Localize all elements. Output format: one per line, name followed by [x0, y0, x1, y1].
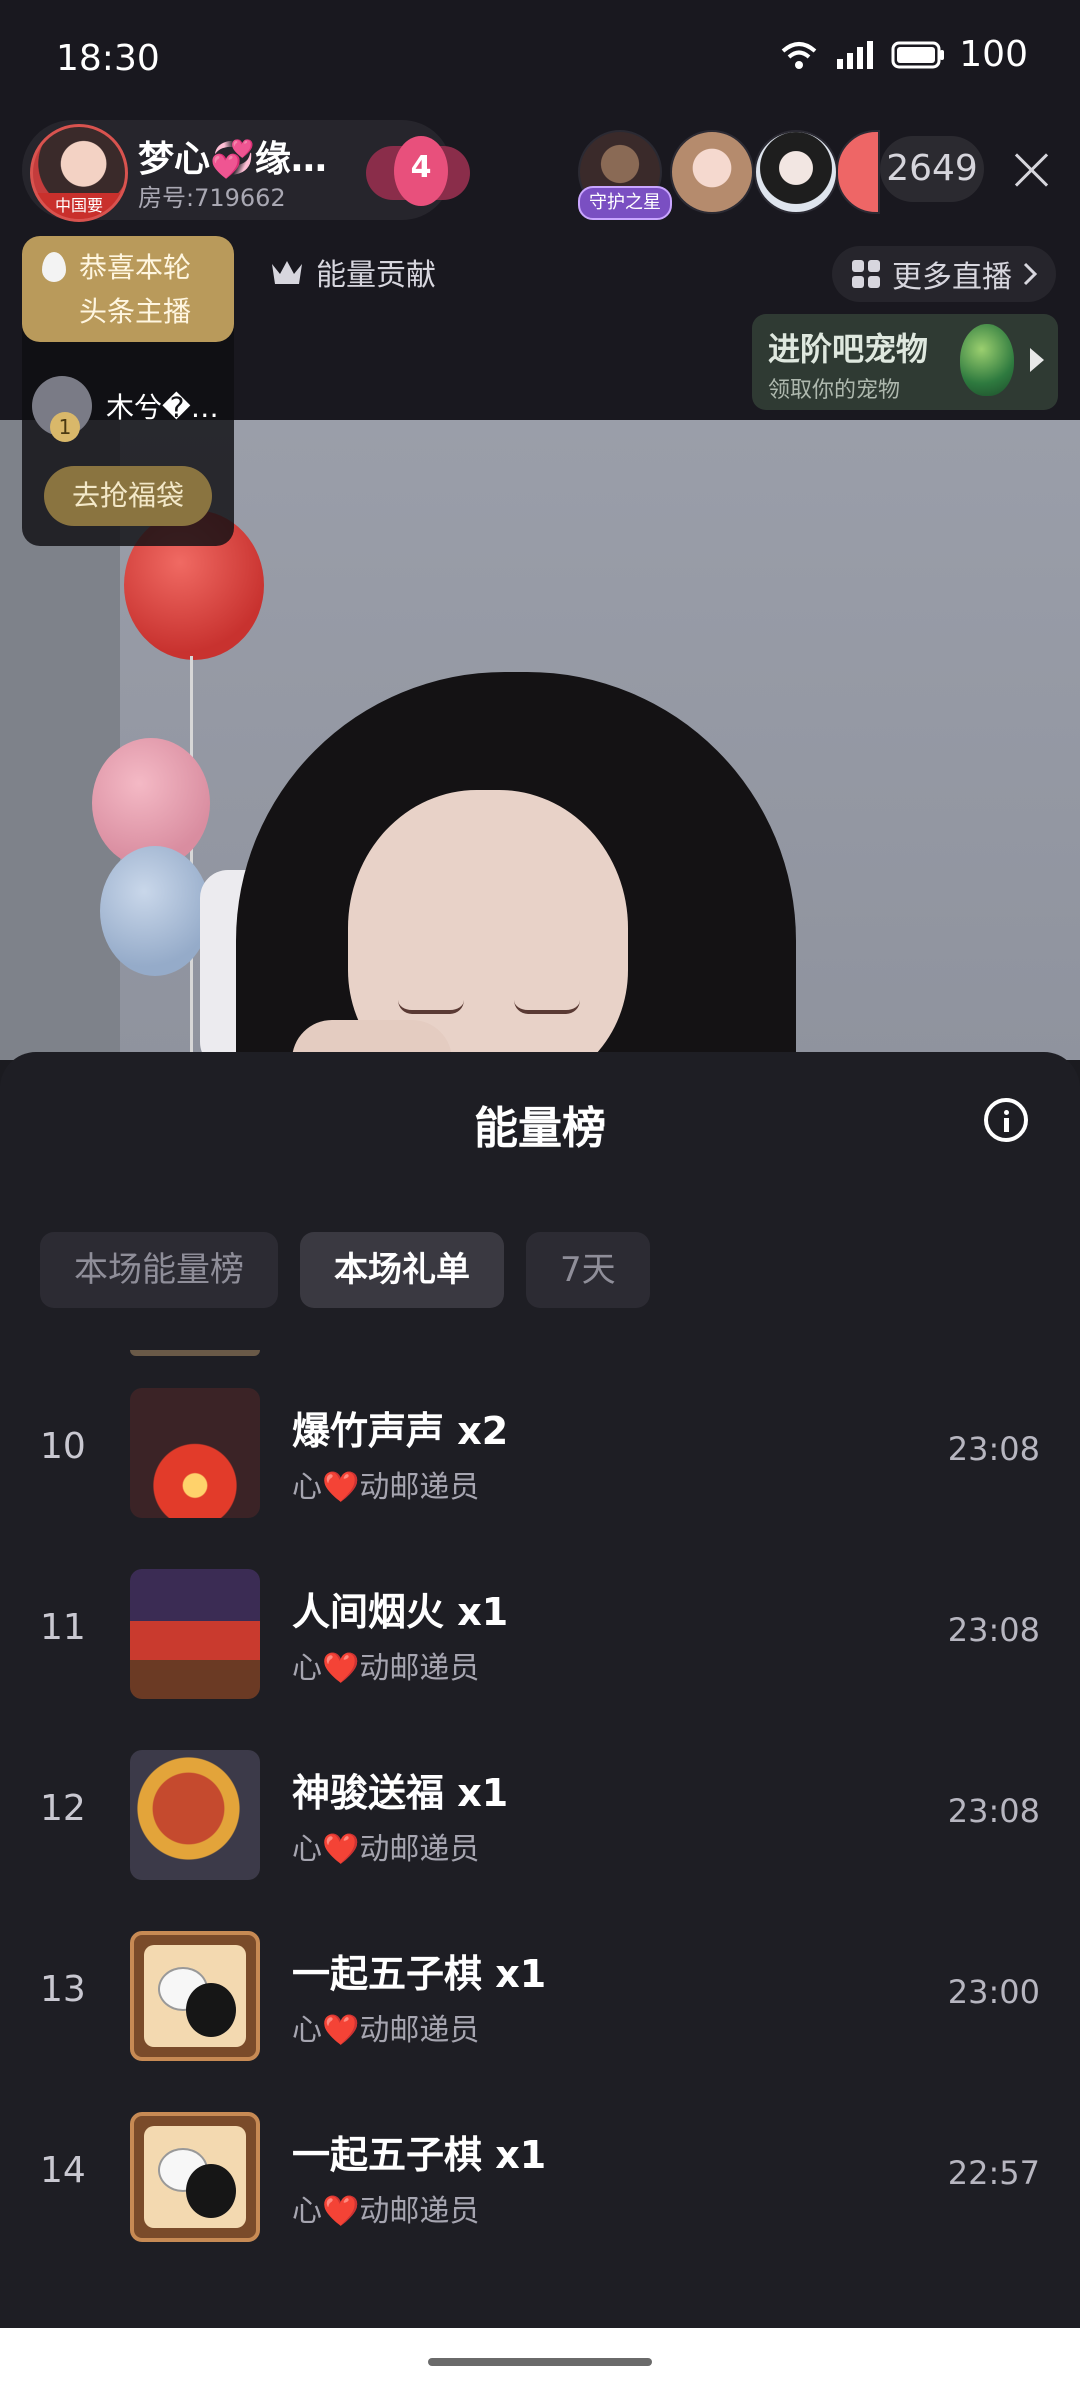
home-handle[interactable] [428, 2358, 652, 2366]
pet-promo-title: 进阶吧宠物 [768, 330, 929, 368]
energy-contribution-link[interactable]: 能量贡献 [270, 250, 436, 294]
gomoku-gift-icon [130, 1931, 260, 2061]
gift-time: 22:57 [947, 2154, 1040, 2192]
wifi-icon [781, 41, 817, 69]
gift-row[interactable]: 11 人间烟火 x1 心❤️动邮递员 23:08 [0, 1547, 1080, 1727]
gift-name: 一起五子棋 x1 [292, 2133, 547, 2177]
sheet-title: 能量榜 [474, 1103, 606, 1154]
partial-row-thumb [130, 1350, 260, 1356]
gift-row[interactable]: 12 神骏送福 x1 心❤️动邮递员 23:08 [0, 1728, 1080, 1908]
gift-time: 23:00 [947, 1973, 1040, 2011]
rank-number: 10 [40, 1426, 86, 1467]
crown-icon [272, 261, 302, 284]
heart-level: 4 [410, 150, 432, 185]
energy-rank-sheet: 能量榜 本场能量榜 本场礼单 7天 10 爆竹声声 x2 心❤️动邮递员 23:… [0, 1052, 1080, 2328]
system-navigation-bar [0, 2328, 1080, 2400]
grid-icon [852, 260, 880, 288]
play-arrow-icon [1030, 348, 1044, 372]
host-avatar-tag: 中国要 [33, 193, 125, 219]
battery-level: 100 [959, 34, 1028, 75]
more-live-label: 更多直播 [892, 260, 1012, 295]
gift-sender: 心❤️动邮递员 [292, 1651, 480, 1686]
status-time: 18:30 [56, 38, 160, 79]
gift-sender: 心❤️动邮递员 [292, 1832, 480, 1867]
fireworks-gift-icon [130, 1569, 260, 1699]
host-name: 梦心💞缘… [138, 139, 327, 180]
gift-time: 23:08 [947, 1792, 1040, 1830]
headline-banner: 恭喜本轮 头条主播 [22, 236, 234, 342]
battery-icon [891, 41, 945, 68]
rank-badge: 1 [50, 412, 80, 442]
viewer-avatar[interactable] [836, 130, 880, 214]
status-bar: 18:30 100 [0, 0, 1080, 120]
chevron-right-icon [1023, 262, 1038, 286]
guard-star-tag: 守护之星 [578, 186, 672, 220]
gift-row[interactable]: 10 爆竹声声 x2 心❤️动邮递员 23:08 [0, 1366, 1080, 1546]
gift-sender: 心❤️动邮递员 [292, 2194, 480, 2229]
tab-7-days[interactable]: 7天 [526, 1232, 650, 1308]
rank-number: 13 [40, 1969, 86, 2010]
firecracker-gift-icon [130, 1388, 260, 1518]
host-avatar[interactable]: 中国要 [30, 124, 128, 222]
gift-row[interactable]: 14 一起五子棋 x1 心❤️动邮递员 22:57 [0, 2090, 1080, 2270]
gift-name: 人间烟火 x1 [292, 1590, 509, 1634]
gift-sender: 心❤️动邮递员 [292, 2013, 480, 2048]
viewer-avatar[interactable] [670, 130, 754, 214]
headline-line2: 头条主播 [78, 295, 191, 328]
viewer-avatars[interactable]: 守护之星 [578, 130, 880, 220]
rank-tabs: 本场能量榜 本场礼单 7天 [40, 1232, 650, 1308]
rank-number: 11 [40, 1607, 86, 1648]
pet-promo-banner[interactable]: 进阶吧宠物 领取你的宠物 [752, 314, 1058, 410]
headline-host-card[interactable]: 恭喜本轮 头条主播 1 木兮�… 去抢福袋 [22, 236, 234, 546]
pet-egg-icon [960, 324, 1014, 396]
rank-number: 12 [40, 1788, 86, 1829]
grab-lucky-bag-button[interactable]: 去抢福袋 [44, 466, 212, 526]
viewer-avatar[interactable] [754, 130, 838, 214]
gift-name: 爆竹声声 x2 [292, 1409, 509, 1453]
host-info[interactable]: 中国要 梦心💞缘… 房号:719662 4 [22, 120, 470, 222]
cellular-signal-icon [837, 40, 874, 69]
gomoku-gift-icon [130, 2112, 260, 2242]
energy-contribution-label: 能量贡献 [316, 258, 436, 293]
balloon-blue [100, 846, 210, 976]
gift-row[interactable]: 13 一起五子棋 x1 心❤️动邮递员 23:00 [0, 1909, 1080, 2089]
heart-level-badge[interactable]: 4 [360, 136, 478, 208]
horse-gift-icon [130, 1750, 260, 1880]
tab-session-energy[interactable]: 本场能量榜 [40, 1232, 278, 1308]
headline-user-name: 木兮�… [106, 391, 219, 424]
gift-time: 23:08 [947, 1430, 1040, 1468]
gift-sender: 心❤️动邮递员 [292, 1470, 480, 1505]
gift-time: 23:08 [947, 1611, 1040, 1649]
tab-session-gifts[interactable]: 本场礼单 [300, 1232, 504, 1308]
headline-line1: 恭喜本轮 [78, 251, 191, 284]
status-icons: 100 [779, 34, 1028, 75]
pet-promo-subtitle: 领取你的宠物 [768, 378, 901, 403]
gift-name: 神骏送福 x1 [292, 1771, 509, 1815]
close-icon[interactable] [1010, 148, 1054, 192]
gift-name: 一起五子棋 x1 [292, 1952, 547, 1996]
room-number: 房号:719662 [138, 184, 286, 212]
more-live-button[interactable]: 更多直播 [832, 246, 1056, 302]
info-icon[interactable] [984, 1098, 1028, 1142]
rank-number: 14 [40, 2150, 86, 2191]
viewer-count[interactable]: 2649 [880, 136, 984, 202]
